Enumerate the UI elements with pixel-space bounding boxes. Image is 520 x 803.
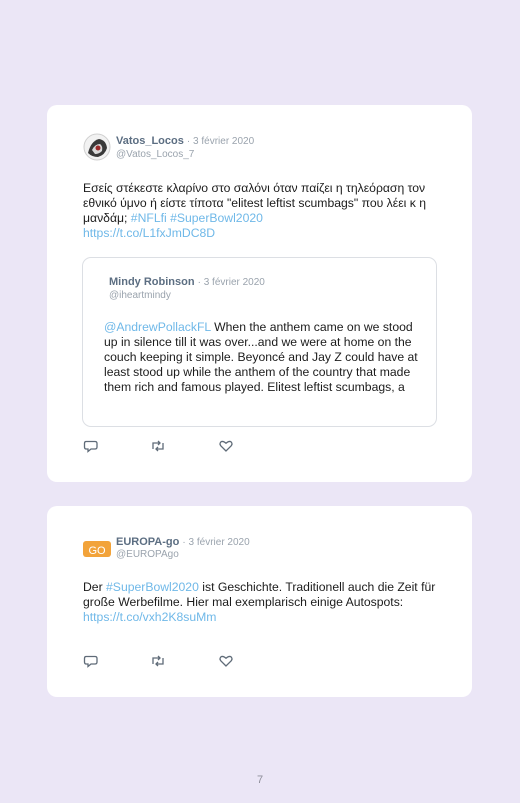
retweet-icon[interactable] bbox=[150, 653, 166, 669]
tweet-actions bbox=[83, 438, 253, 454]
hashtag-link[interactable]: #NFLfi bbox=[131, 211, 167, 225]
hashtag-link[interactable]: #SuperBowl2020 bbox=[106, 580, 199, 594]
mention-link[interactable]: @AndrewPollackFL bbox=[104, 320, 211, 334]
quote-date[interactable]: · 3 février 2020 bbox=[198, 277, 265, 288]
quote-author-handle[interactable]: @iheartmindy bbox=[109, 290, 171, 301]
page-number: 7 bbox=[256, 774, 264, 786]
tweet-url[interactable]: https://t.co/L1fxJmDC8D bbox=[83, 226, 215, 240]
author-line: Vatos_Locos · 3 février 2020 bbox=[116, 135, 254, 147]
tweet-text: Εσείς στέκεστε κλαρίνο στο σαλόνι όταν π… bbox=[83, 181, 443, 241]
tweet-text: Der #SuperBowl2020 ist Geschichte. Tradi… bbox=[83, 580, 443, 625]
tweet-date[interactable]: · 3 février 2020 bbox=[182, 537, 249, 548]
retweet-icon[interactable] bbox=[150, 438, 166, 454]
tweet-card: GO EUROPA-go · 3 février 2020 @EUROPAgo … bbox=[47, 506, 472, 697]
quote-text: @AndrewPollackFL When the anthem came on… bbox=[104, 320, 419, 395]
avatar[interactable] bbox=[83, 133, 111, 161]
reply-icon[interactable] bbox=[83, 653, 99, 669]
tweet-actions bbox=[83, 653, 253, 669]
tweet-date[interactable]: · 3 février 2020 bbox=[187, 136, 254, 147]
author-line: EUROPA-go · 3 février 2020 bbox=[116, 536, 250, 548]
author-name[interactable]: EUROPA-go bbox=[116, 536, 179, 548]
reply-icon[interactable] bbox=[83, 438, 99, 454]
like-icon[interactable] bbox=[218, 653, 234, 669]
tweet-card: Vatos_Locos · 3 février 2020 @Vatos_Loco… bbox=[47, 105, 472, 482]
avatar-logo-text: GO bbox=[88, 545, 106, 557]
author-name[interactable]: Vatos_Locos bbox=[116, 135, 184, 147]
tweet-url[interactable]: https://t.co/vxh2K8suMm bbox=[83, 610, 216, 624]
quote-author-name[interactable]: Mindy Robinson bbox=[109, 276, 195, 288]
tweet-text-plain: Der bbox=[83, 580, 107, 594]
hashtag-link[interactable]: #SuperBowl2020 bbox=[170, 211, 263, 225]
like-icon[interactable] bbox=[218, 438, 234, 454]
author-handle[interactable]: @EUROPAgo bbox=[116, 549, 179, 560]
avatar[interactable]: GO bbox=[83, 535, 111, 563]
quoted-tweet[interactable]: Mindy Robinson · 3 février 2020 @iheartm… bbox=[82, 257, 437, 427]
author-handle[interactable]: @Vatos_Locos_7 bbox=[116, 149, 194, 160]
quote-author-line: Mindy Robinson · 3 février 2020 bbox=[109, 276, 265, 288]
